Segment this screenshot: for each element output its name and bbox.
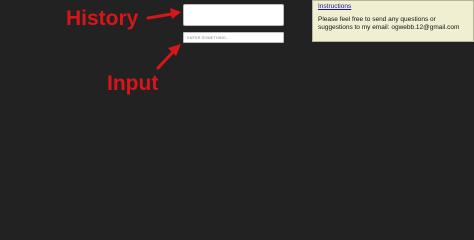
command-input[interactable]	[183, 32, 284, 43]
input-annotation-label: Input	[107, 72, 159, 95]
instructions-panel: Instructions Please feel free to send an…	[312, 0, 474, 42]
instructions-link[interactable]: Instructions	[318, 3, 468, 11]
history-display	[183, 4, 284, 26]
history-arrow-icon	[146, 8, 181, 20]
instructions-text: Please feel free to send any questions o…	[318, 16, 460, 32]
input-arrow-icon	[156, 44, 181, 70]
